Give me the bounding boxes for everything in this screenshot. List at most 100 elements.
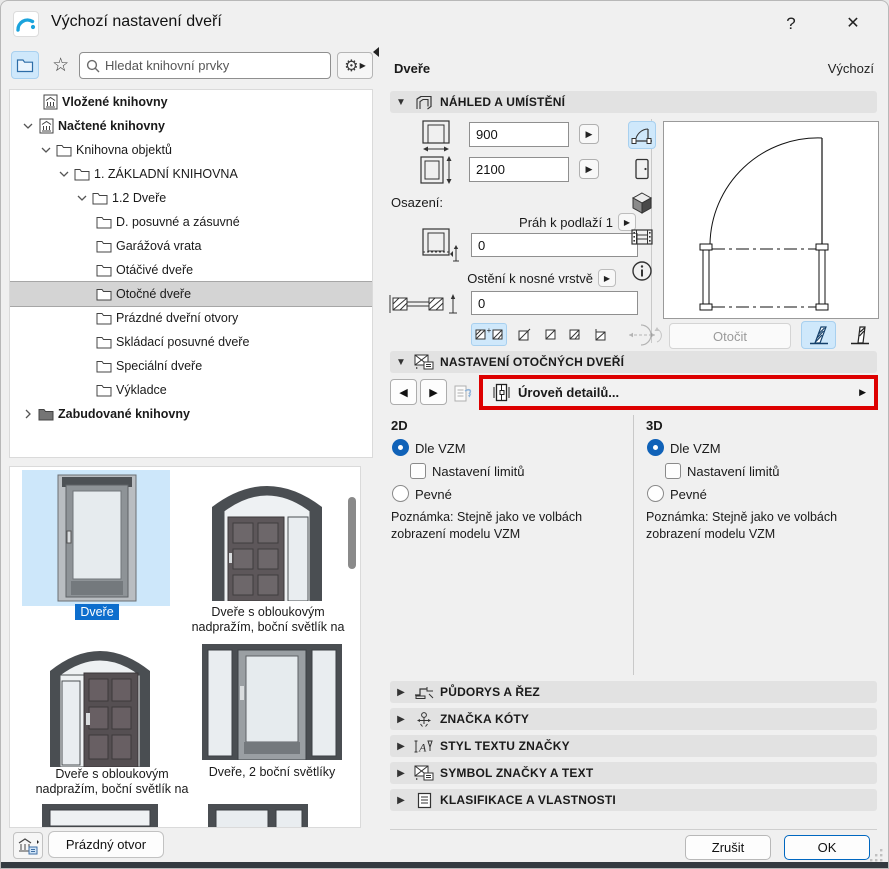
anchor-option-5-button[interactable] (589, 323, 611, 346)
thumbnail-label[interactable]: Dveře (54, 604, 140, 620)
empty-opening-button[interactable]: Prázdný otvor (48, 831, 164, 858)
tree-item-prazdne-dverni-otvory[interactable]: Prázdné dveřní otvory (10, 306, 372, 330)
checkbox-2d-limits-label[interactable]: Nastavení limitů (432, 464, 524, 479)
resize-grip[interactable] (870, 849, 884, 863)
cancel-button[interactable]: Zrušit (685, 835, 771, 860)
library-options-button[interactable]: ⚙ ▶ (337, 52, 373, 79)
door-thumbnail-image[interactable] (46, 639, 154, 770)
tree-item-otacive-dvere[interactable]: Otáčivé dveře (10, 258, 372, 282)
thumbnail-grid: Dveře Dveře s obloukovým nadpražím, bočn… (9, 466, 361, 828)
reveal-value-field[interactable] (471, 291, 638, 315)
section-marker-symbol-text[interactable]: ▶ SYMBOL ZNAČKY A TEXT (390, 762, 877, 784)
favorites-button[interactable]: ☆ (47, 51, 75, 79)
preview-mode-plan-button[interactable] (628, 121, 656, 149)
door-thumbnail-image[interactable] (206, 802, 310, 827)
swing-side-left-button[interactable] (801, 321, 836, 349)
door-thumbnail-image[interactable] (200, 642, 344, 763)
close-button[interactable]: ✕ (836, 9, 870, 39)
panel-collapse-handle[interactable] (373, 47, 379, 57)
chevron-right-icon[interactable] (20, 409, 36, 419)
tree-item-vykladce[interactable]: Výkladce (10, 378, 372, 402)
folder-view-button[interactable] (11, 51, 39, 79)
anchor-option-2-button[interactable] (513, 323, 535, 346)
radio-3d-dle-vzm[interactable] (647, 439, 664, 456)
thumbnail-label[interactable]: Dveře, 2 boční světlíky (192, 765, 352, 780)
tree-item-skladaci-posuvne-dvere[interactable]: Skládací posuvné dveře (10, 330, 372, 354)
radio-2d-dle-vzm[interactable] (392, 439, 409, 456)
section-door-settings[interactable]: ▼ NASTAVENÍ OTOČNÝCH DVEŘÍ (390, 351, 877, 373)
preview-mode-3d-button[interactable] (628, 189, 656, 217)
tree-item-otocne-dvere[interactable]: Otočné dveře (10, 281, 372, 307)
door-thumbnail-image[interactable] (206, 473, 328, 604)
transfer-settings-icon (454, 385, 472, 402)
anchor-option-3-button[interactable] (539, 323, 561, 346)
door-width-input[interactable] (470, 123, 568, 146)
width-flyout-button[interactable]: ▶ (579, 124, 599, 144)
door-height-field[interactable] (469, 157, 569, 182)
chevron-down-icon[interactable] (20, 122, 36, 130)
tree-item-zabudovane-knihovny[interactable]: Zabudované knihovny (10, 402, 372, 426)
reveal-anchor-flyout-button[interactable]: ▶ (598, 269, 616, 287)
library-part-button[interactable] (13, 832, 43, 859)
symbol-settings-icon (412, 765, 436, 781)
library-part-icon (18, 837, 39, 854)
anchor-option-4-button[interactable] (563, 323, 585, 346)
section-preview-placement[interactable]: ▼ NÁHLED A UMÍSTĚNÍ (390, 91, 877, 113)
next-page-button[interactable]: ▶ (420, 379, 447, 405)
height-flyout-button[interactable]: ▶ (579, 159, 599, 179)
tree-item-specialni-dvere[interactable]: Speciální dveře (10, 354, 372, 378)
tree-item-nactene-knihovny[interactable]: Načtené knihovny (10, 114, 372, 138)
radio-2d-pevne[interactable] (392, 485, 409, 502)
anchor-group-label: Osazení: (391, 195, 444, 210)
collapse-arrow-icon: ▼ (396, 96, 406, 108)
radio-2d-pevne-label[interactable]: Pevné (415, 487, 452, 502)
anchor-hatch-icon (518, 328, 530, 341)
section-floorplan-section[interactable]: ▶ PŮDORYS A ŘEZ (390, 681, 877, 703)
preview-mode-animation-button[interactable] (628, 223, 656, 251)
detail-level-dropdown[interactable]: Úroveň detailů... ▶ (479, 375, 878, 410)
rotate-button[interactable]: Otočit (669, 323, 791, 349)
tree-item-posuvne-zasuvne[interactable]: D. posuvné a zásuvné (10, 210, 372, 234)
preview-mode-info-button[interactable] (628, 257, 656, 285)
door-thumbnail-image[interactable] (54, 473, 140, 606)
checkbox-3d-limits[interactable] (665, 463, 681, 479)
tree-item-garazova-vrata[interactable]: Garážová vrata (10, 234, 372, 258)
column-3d-title: 3D (646, 418, 663, 433)
help-button[interactable]: ? (774, 9, 808, 39)
previous-page-button[interactable]: ◀ (390, 379, 417, 405)
folder-icon (94, 264, 114, 277)
tree-item-knihovna-objektu[interactable]: Knihovna objektů (10, 138, 372, 162)
reveal-anchor-label: Ostění k nosné vrstvě (467, 271, 593, 286)
door-thumbnail-image[interactable] (40, 802, 160, 827)
ok-button[interactable]: OK (784, 835, 870, 860)
swing-side-right-button[interactable] (842, 321, 877, 349)
tree-item-vlozene-knihovny[interactable]: Vložené knihovny (10, 90, 372, 114)
sill-value-input[interactable] (472, 234, 637, 256)
thumbnail-scrollbar[interactable] (348, 497, 356, 569)
anchor-option-both-button[interactable]: + (471, 323, 507, 346)
section-dimension-marker[interactable]: ▶ ZNAČKA KÓTY (390, 708, 877, 730)
chevron-down-icon[interactable] (56, 170, 72, 178)
checkbox-3d-limits-label[interactable]: Nastavení limitů (687, 464, 779, 479)
library-search[interactable] (79, 52, 331, 79)
chevron-down-icon[interactable] (74, 194, 90, 202)
door-height-input[interactable] (470, 158, 568, 181)
preview-mode-elevation-button[interactable] (628, 155, 656, 183)
tree-item-12-dvere[interactable]: 1.2 Dveře (10, 186, 372, 210)
chevron-down-icon[interactable] (38, 146, 54, 154)
checkbox-2d-limits[interactable] (410, 463, 426, 479)
radio-3d-dle-vzm-label[interactable]: Dle VZM (670, 441, 721, 456)
search-input[interactable] (105, 58, 324, 73)
reveal-value-input[interactable] (472, 292, 637, 314)
tree-item-zakladni-knihovna[interactable]: 1. ZÁKLADNÍ KNIHOVNA (10, 162, 372, 186)
section-marker-text-style[interactable]: ▶ A STYL TEXTU ZNAČKY (390, 735, 877, 757)
collapse-arrow-icon: ▶ (397, 767, 405, 779)
plan-view-icon (631, 128, 652, 144)
section-classification-properties[interactable]: ▶ KLASIFIKACE A VLASTNOSTI (390, 789, 877, 811)
door-width-field[interactable] (469, 122, 569, 147)
transfer-settings-button[interactable] (451, 381, 475, 405)
radio-3d-pevne[interactable] (647, 485, 664, 502)
radio-2d-dle-vzm-label[interactable]: Dle VZM (415, 441, 466, 456)
radio-3d-pevne-label[interactable]: Pevné (670, 487, 707, 502)
sill-value-field[interactable] (471, 233, 638, 257)
